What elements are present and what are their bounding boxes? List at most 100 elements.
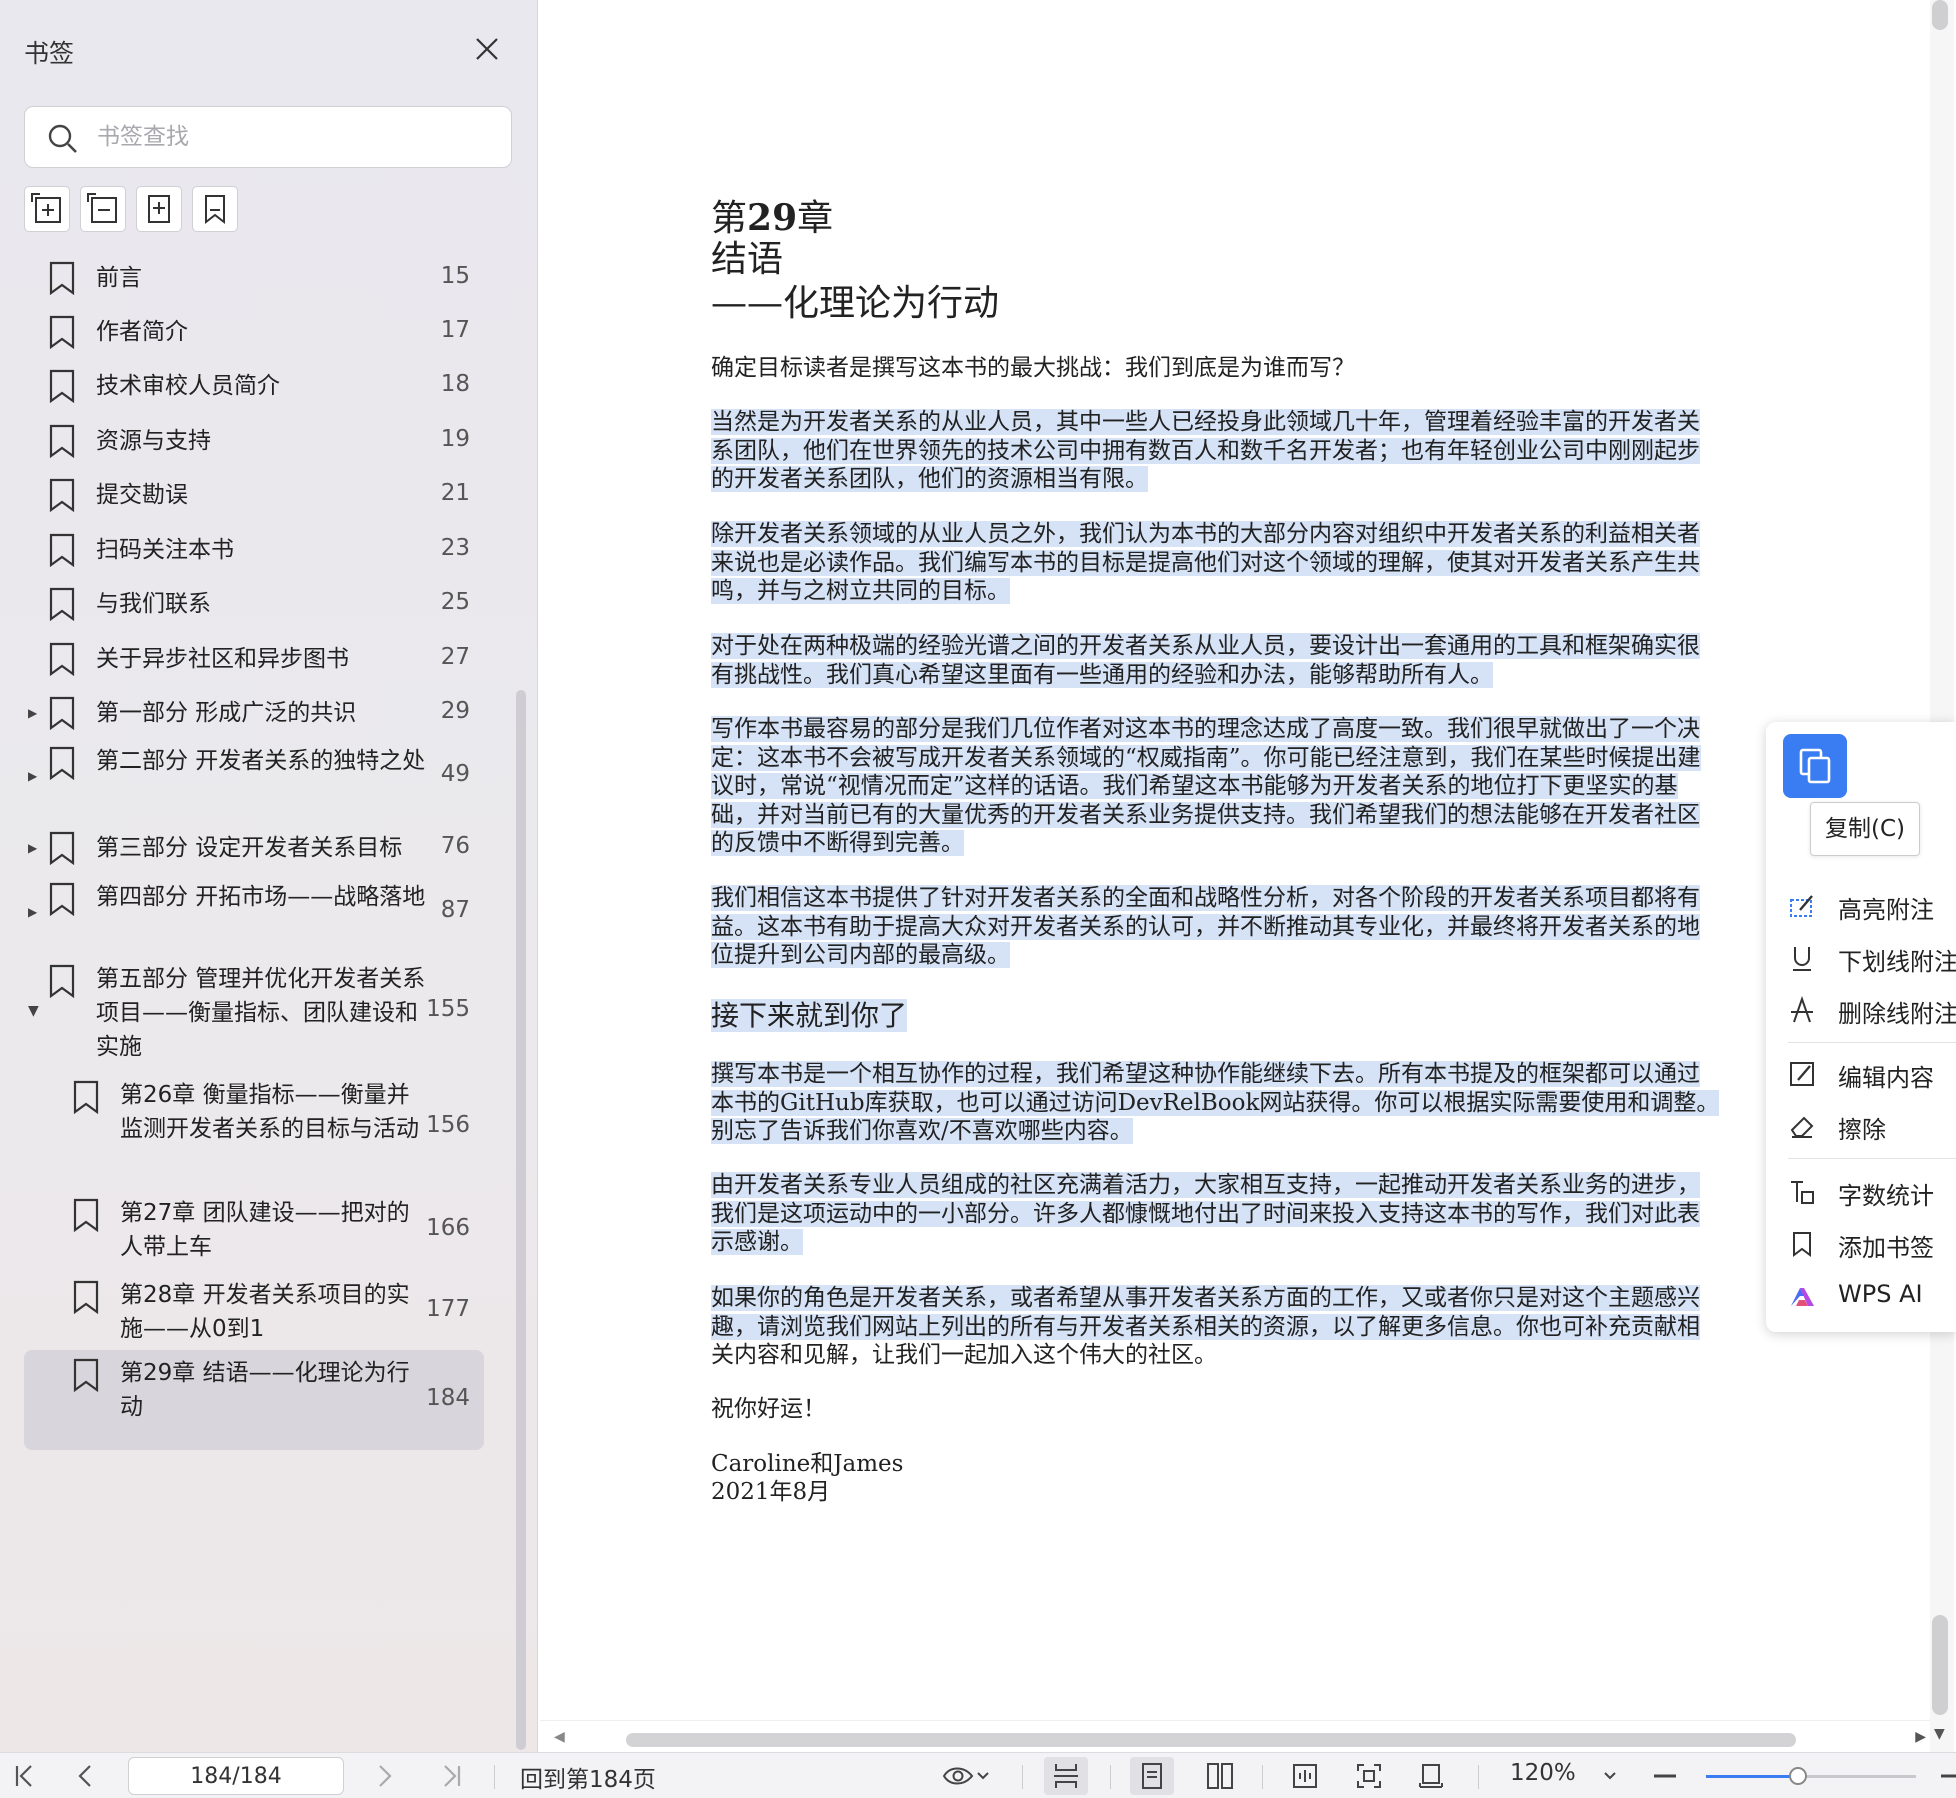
paragraph[interactable]: 如果你的角色是开发者关系，或者希望从事开发者关系方面的工作，又或者你只是对这个主… [711,1284,1799,1370]
fit-width-button[interactable] [1288,1761,1322,1791]
paragraph-line[interactable]: 系团队，他们在世界领先的技术公司中拥有数百人和数千名开发者；也有年轻创业公司中刚… [711,437,1799,466]
paragraph-line[interactable]: 位提升到公司内部的最高级。 [711,941,1799,970]
closing-line[interactable]: 祝你好运！ [711,1395,1799,1424]
continuous-scroll-button[interactable] [1044,1757,1088,1795]
paragraph-line[interactable]: 对于处在两种极端的经验光谱之间的开发者关系从业人员，要设计出一套通用的工具和框架… [711,632,1799,661]
last-page-button[interactable] [436,1761,466,1791]
paragraph-line[interactable]: 撰写本书是一个相互协作的过程，我们希望这种协作能继续下去。所有本书提及的框架都可… [711,1060,1799,1089]
add-bookmark-item[interactable]: 添加书签 [1766,1220,1956,1268]
bookmark-item[interactable]: 技术审校人员简介 18 [24,358,484,414]
scrollbar-thumb[interactable] [626,1733,1796,1747]
bookmark-item[interactable]: ▶ 第一部分 形成广泛的共识 29 [24,685,484,741]
paragraph-line[interactable]: 益。这本书有助于提高大众对开发者关系的认可，并不断推动其专业化，并最终将开发者关… [711,913,1799,942]
sidebar-scrollbar[interactable] [516,690,526,1750]
rotate-page-button[interactable] [1414,1761,1448,1791]
word-count-item[interactable]: 字数统计 [1766,1168,1956,1216]
zoom-out-button[interactable] [1652,1761,1678,1791]
signature-date[interactable]: 2021年8月 [711,1478,1799,1507]
expand-right-icon[interactable]: ▶ [28,841,42,855]
paragraph-line[interactable]: 如果你的角色是开发者关系，或者希望从事开发者关系方面的工作，又或者你只是对这个主… [711,1284,1799,1313]
highlight-note-item[interactable]: 高亮附注 [1766,882,1956,930]
scroll-down-arrow-icon[interactable]: ▼ [1934,1726,1945,1742]
bookmark-item[interactable]: 关于异步社区和异步图书 27 [24,631,484,687]
paragraph-line[interactable]: 础，并对当前已有的大量优秀的开发者关系业务提供支持。我们希望我们的想法能够在开发… [711,801,1799,830]
edit-content-item[interactable]: 编辑内容 [1766,1050,1956,1098]
underline-note-item[interactable]: 下划线附注 [1766,934,1956,982]
back-to-page-link[interactable]: 回到第184页 [520,1760,656,1794]
paragraph-line[interactable]: 议时，常说“视情况而定”这样的话语。我们希望这本书能够为开发者关系的地位打下更坚… [711,772,1799,801]
bookmark-search-box[interactable] [24,106,512,168]
signature-names[interactable]: Caroline和James [711,1450,1799,1479]
first-page-button[interactable] [10,1761,40,1791]
add-bookmark-button[interactable] [24,186,70,232]
paragraph[interactable]: 撰写本书是一个相互协作的过程，我们希望这种协作能继续下去。所有本书提及的框架都可… [711,1060,1799,1146]
paragraph-line[interactable]: 本书的GitHub库获取，也可以通过访问DevRelBook网站获得。你可以根据… [711,1089,1799,1118]
bookmark-item[interactable]: ▶ 第二部分 开发者关系的独特之处 49 [24,738,484,814]
paragraph-line[interactable]: 的反馈中不断得到完善。 [711,829,1799,858]
bookmark-item[interactable]: ▶ 第三部分 设定开发者关系目标 76 [24,820,484,876]
copy-button[interactable] [1783,734,1847,798]
expand-right-icon[interactable]: ▶ [28,706,42,720]
paragraph-line[interactable]: 除开发者关系领域的从业人员之外，我们认为本书的大部分内容对组织中开发者关系的利益… [711,520,1799,549]
paragraph-line[interactable]: 我们相信这本书提供了针对开发者关系的全面和战略性分析，对各个阶段的开发者关系项目… [711,884,1799,913]
next-page-button[interactable] [370,1761,400,1791]
bookmark-item[interactable]: ▼ 第五部分 管理并优化开发者关系项目——衡量指标、团队建设和实施 155 [24,956,484,1066]
paragraph-line[interactable]: 别忘了告诉我们你喜欢/不喜欢哪些内容。 [711,1117,1799,1146]
paragraph-line[interactable]: 来说也是必读作品。我们编写本书的目标是提高他们对这个领域的理解，使其对开发者关系… [711,549,1799,578]
collapse-all-button[interactable] [80,186,126,232]
insert-bookmark-button[interactable] [136,186,182,232]
section-heading[interactable]: 接下来就到你了 [711,998,908,1034]
document-horizontal-scrollbar[interactable]: ◀ ▶ [540,1720,1930,1752]
paragraph-line[interactable]: 的开发者关系团队，他们的资源相当有限。 [711,465,1799,494]
zoom-slider-knob[interactable] [1789,1767,1808,1785]
fit-page-button[interactable] [1352,1761,1386,1791]
bookmark-item[interactable]: 扫码关注本书 23 [24,522,484,578]
previous-page-button[interactable] [70,1761,100,1791]
expand-down-icon[interactable]: ▼ [28,1004,42,1018]
bookmark-search-input[interactable] [97,117,497,157]
bookmark-item[interactable]: 提交勘误 21 [24,467,484,523]
expand-right-icon[interactable]: ▶ [28,905,42,919]
bookmark-item[interactable]: 第29章 结语——化理论为行动 184 [24,1350,484,1450]
paragraph-line[interactable]: 定：这本书不会被写成开发者关系领域的“权威指南”。你可能已经注意到，我们在某些时… [711,744,1799,773]
zoom-level[interactable]: 120% [1510,1760,1576,1786]
scrollbar-thumb[interactable] [1932,1615,1948,1715]
paragraph-line[interactable]: 写作本书最容易的部分是我们几位作者对这本书的理念达成了高度一致。我们很早就做出了… [711,715,1799,744]
bookmark-item[interactable]: 与我们联系 25 [24,576,484,632]
paragraph-line[interactable]: 鸣，并与之树立共同的目标。 [711,577,1799,606]
scroll-left-arrow-icon[interactable]: ◀ [554,1729,565,1745]
bookmark-mark-button[interactable] [192,186,238,232]
paragraph-intro[interactable]: 确定目标读者是撰写这本书的最大挑战：我们到底是为谁而写？ [711,354,1799,383]
reading-mode-button[interactable] [936,1761,996,1791]
scroll-right-arrow-icon[interactable]: ▶ [1915,1729,1926,1745]
bookmark-item[interactable]: 作者简介 17 [24,304,484,360]
bookmark-item[interactable]: 第26章 衡量指标——衡量并监测开发者关系的目标与活动 156 [24,1072,484,1182]
bookmark-item[interactable]: 资源与支持 19 [24,413,484,469]
bookmark-item[interactable]: 第27章 团队建设——把对的人带上车 166 [24,1190,484,1270]
paragraph-line[interactable]: 关内容和见解，让我们一起加入这个伟大的社区。 [711,1341,1799,1370]
bookmark-item[interactable]: 第28章 开发者关系项目的实施——从0到1 177 [24,1272,484,1350]
paragraph[interactable]: 除开发者关系领域的从业人员之外，我们认为本书的大部分内容对组织中开发者关系的利益… [711,520,1799,606]
paragraph[interactable]: 对于处在两种极端的经验光谱之间的开发者关系从业人员，要设计出一套通用的工具和框架… [711,632,1799,689]
zoom-dropdown-button[interactable] [1600,1761,1620,1791]
strikethrough-note-item[interactable]: 删除线附注 [1766,986,1956,1034]
bookmark-item[interactable]: ▶ 第四部分 开拓市场——战略落地 87 [24,874,484,950]
wps-ai-item[interactable]: WPS AI [1766,1272,1956,1320]
single-page-button[interactable] [1130,1757,1174,1795]
eraser-item[interactable]: 擦除 [1766,1102,1956,1150]
close-sidebar-button[interactable] [472,34,502,64]
paragraph-line[interactable]: 示感谢。 [711,1228,1799,1257]
paragraph[interactable]: 我们相信这本书提供了针对开发者关系的全面和战略性分析，对各个阶段的开发者关系项目… [711,884,1799,970]
paragraph-line[interactable]: 有挑战性。我们真心希望这里面有一些通用的经验和办法，能够帮助所有人。 [711,661,1799,690]
bookmark-item[interactable]: 前言 15 [24,250,484,306]
two-page-button[interactable] [1200,1761,1240,1791]
zoom-slider[interactable] [1706,1767,1916,1785]
page-number-input[interactable] [128,1757,344,1795]
scrollbar-thumb[interactable] [1932,0,1948,30]
paragraph[interactable]: 由开发者关系专业人员组成的社区充满着活力，大家相互支持，一起推动开发者关系业务的… [711,1171,1799,1257]
paragraph-line[interactable]: 趣，请浏览我们网站上列出的所有与开发者关系相关的资源，以了解更多信息。你也可补充… [711,1313,1799,1342]
paragraph-line[interactable]: 由开发者关系专业人员组成的社区充满着活力，大家相互支持，一起推动开发者关系业务的… [711,1171,1799,1200]
zoom-in-button[interactable] [1940,1761,1956,1791]
paragraph[interactable]: 当然是为开发者关系的从业人员，其中一些人已经投身此领域几十年，管理着经验丰富的开… [711,408,1799,494]
paragraph[interactable]: 写作本书最容易的部分是我们几位作者对这本书的理念达成了高度一致。我们很早就做出了… [711,715,1799,858]
